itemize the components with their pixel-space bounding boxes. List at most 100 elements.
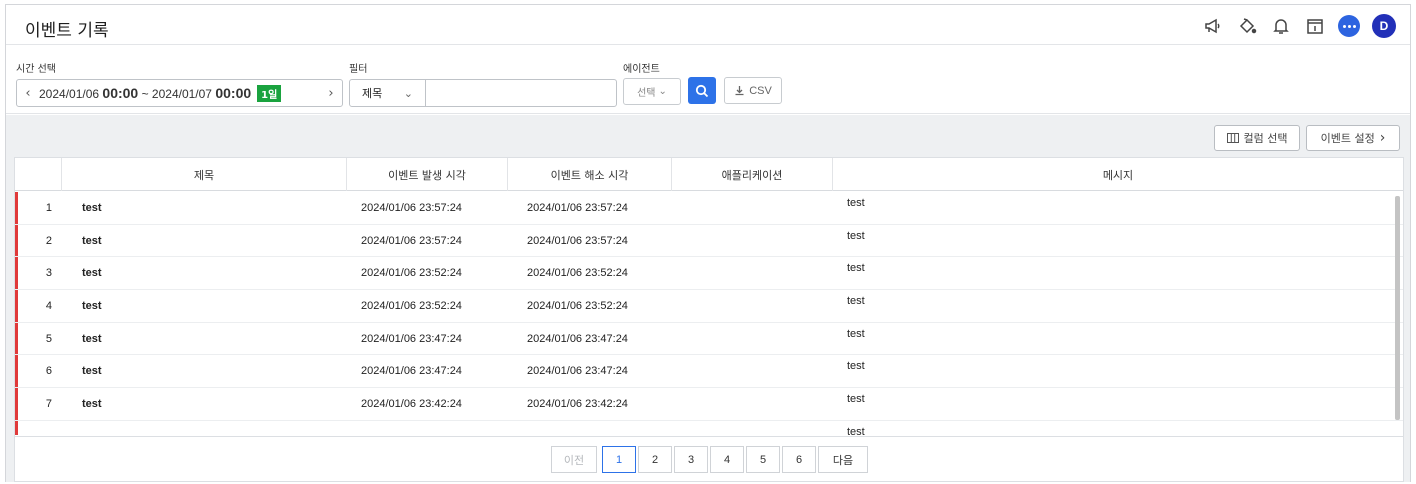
column-header-title[interactable]: 제목	[62, 158, 347, 191]
table-row[interactable]: 1 test 2024/01/06 23:57:24 2024/01/06 23…	[15, 192, 1403, 225]
prev-page-button[interactable]: 이전	[551, 446, 597, 473]
page-button-1[interactable]: 1	[602, 446, 636, 473]
row-number: 1	[45, 201, 52, 214]
table-row[interactable]: 7 test 2024/01/06 23:42:24 2024/01/06 23…	[15, 388, 1403, 421]
time-select-label: 시간 선택	[16, 64, 56, 75]
event-message: test	[847, 197, 865, 209]
event-title	[62, 421, 347, 435]
page-button-3[interactable]: 3	[674, 446, 708, 473]
event-end-time: 2024/01/06 23:42:24	[527, 397, 628, 410]
table-header: 제목 이벤트 발생 시각 이벤트 해소 시각 애플리케이션 메시지	[15, 158, 1403, 191]
event-application	[672, 388, 833, 420]
event-application	[672, 355, 833, 387]
event-start-time: 2024/01/06 23:47:24	[361, 332, 462, 345]
next-page-button[interactable]: 다음	[818, 446, 868, 473]
severity-marker	[15, 192, 18, 224]
filter-field-select[interactable]: 제목 ⌄	[350, 80, 426, 106]
event-end-time: 2024/01/06 23:57:24	[527, 234, 628, 247]
chevron-left-icon[interactable]: ‹	[17, 86, 39, 101]
column-header-application[interactable]: 애플리케이션	[672, 158, 833, 191]
table-row[interactable]: 3 test 2024/01/06 23:52:24 2024/01/06 23…	[15, 257, 1403, 291]
chevron-right-icon[interactable]: ›	[320, 86, 342, 101]
header: 이벤트 기록 D	[6, 5, 1410, 45]
pagination: 이전 1 2 3 4 5 6 다음	[15, 436, 1403, 481]
page-button-2[interactable]: 2	[638, 446, 672, 473]
event-application	[672, 421, 833, 435]
megaphone-icon[interactable]	[1202, 15, 1224, 37]
agent-select[interactable]: 선택 ⌄	[623, 78, 681, 105]
event-message: test	[847, 327, 865, 340]
avatar[interactable]: D	[1372, 14, 1396, 38]
event-title: test	[82, 267, 102, 280]
event-settings-button[interactable]: 이벤트 설정 ›	[1306, 125, 1400, 151]
event-title: test	[82, 234, 102, 247]
csv-download-button[interactable]: CSV	[724, 77, 782, 104]
event-start-time: 2024/01/06 23:52:24	[361, 299, 462, 312]
event-start-time: 2024/01/06 23:57:24	[361, 234, 462, 247]
event-start-time: 2024/01/06 23:47:24	[361, 365, 462, 378]
row-number: 3	[45, 267, 52, 280]
event-table-panel: 제목 이벤트 발생 시각 이벤트 해소 시각 애플리케이션 메시지 1 test…	[14, 157, 1404, 482]
columns-icon	[1226, 133, 1239, 143]
severity-marker	[15, 355, 18, 388]
event-start-time: 2024/01/06 23:57:24	[361, 201, 462, 214]
chevron-right-icon: ›	[1379, 130, 1386, 146]
event-application	[672, 225, 833, 257]
event-title: test	[82, 365, 102, 378]
event-application	[672, 192, 833, 224]
event-end-time: 2024/01/06 23:52:24	[527, 299, 628, 312]
event-end-time: 2024/01/06 23:57:24	[527, 201, 628, 214]
search-icon	[695, 84, 709, 97]
page-title: 이벤트 기록	[25, 21, 109, 41]
content-area: 컬럼 선택 이벤트 설정 › 제목 이벤트 발생 시각 이벤트 해소 시각 애플…	[6, 115, 1410, 482]
event-title: test	[82, 397, 102, 410]
table-row[interactable]: test	[15, 420, 1403, 435]
header-icons: D	[1202, 14, 1396, 38]
search-button[interactable]	[688, 77, 716, 104]
severity-marker	[15, 224, 18, 257]
calendar-icon[interactable]	[1304, 15, 1326, 37]
time-range-text[interactable]: 2024/01/06 00:00 ~ 2024/01/07 00:00	[39, 85, 251, 101]
severity-marker	[15, 290, 18, 322]
column-header-end-time[interactable]: 이벤트 해소 시각	[508, 158, 672, 191]
bell-icon[interactable]	[1270, 15, 1292, 37]
chat-icon[interactable]	[1338, 15, 1360, 37]
event-message: test	[847, 262, 865, 275]
event-end-time	[508, 421, 672, 435]
event-message: test	[847, 393, 865, 406]
page-button-5[interactable]: 5	[746, 446, 780, 473]
table-row[interactable]: 2 test 2024/01/06 23:57:24 2024/01/06 23…	[15, 224, 1403, 258]
event-end-time: 2024/01/06 23:47:24	[527, 365, 628, 378]
row-number: 2	[45, 234, 52, 247]
row-number: 6	[45, 365, 52, 378]
column-select-button[interactable]: 컬럼 선택	[1214, 125, 1300, 151]
filter-group: 제목 ⌄	[349, 79, 617, 107]
column-header-index	[15, 158, 62, 191]
event-end-time: 2024/01/06 23:52:24	[527, 267, 628, 280]
filter-bar: 시간 선택 ‹ 2024/01/06 00:00 ~ 2024/01/07 00…	[6, 45, 1410, 114]
event-application	[672, 323, 833, 355]
paint-bucket-icon[interactable]	[1236, 15, 1258, 37]
event-start-time: 2024/01/06 23:42:24	[361, 397, 462, 410]
event-title: test	[82, 332, 102, 345]
table-row[interactable]: 4 test 2024/01/06 23:52:24 2024/01/06 23…	[15, 290, 1403, 323]
table-row[interactable]: 6 test 2024/01/06 23:47:24 2024/01/06 23…	[15, 355, 1403, 389]
time-range-picker[interactable]: ‹ 2024/01/06 00:00 ~ 2024/01/07 00:00 1일…	[16, 79, 343, 107]
row-number: 4	[45, 299, 52, 312]
page-button-6[interactable]: 6	[782, 446, 816, 473]
event-message: test	[847, 360, 865, 373]
filter-label: 필터	[349, 64, 368, 75]
event-end-time: 2024/01/06 23:47:24	[527, 332, 628, 345]
filter-input[interactable]	[426, 80, 616, 106]
column-header-start-time[interactable]: 이벤트 발생 시각	[347, 158, 508, 191]
row-number: 7	[45, 397, 52, 410]
event-message: test	[847, 295, 865, 308]
severity-marker	[15, 388, 18, 420]
chevron-down-icon: ⌄	[403, 86, 413, 100]
event-application	[672, 257, 833, 289]
event-message: test	[847, 229, 865, 242]
table-row[interactable]: 5 test 2024/01/06 23:47:24 2024/01/06 23…	[15, 322, 1403, 356]
vertical-scrollbar[interactable]	[1395, 196, 1400, 420]
page-button-4[interactable]: 4	[710, 446, 744, 473]
column-header-message[interactable]: 메시지	[833, 158, 1403, 191]
